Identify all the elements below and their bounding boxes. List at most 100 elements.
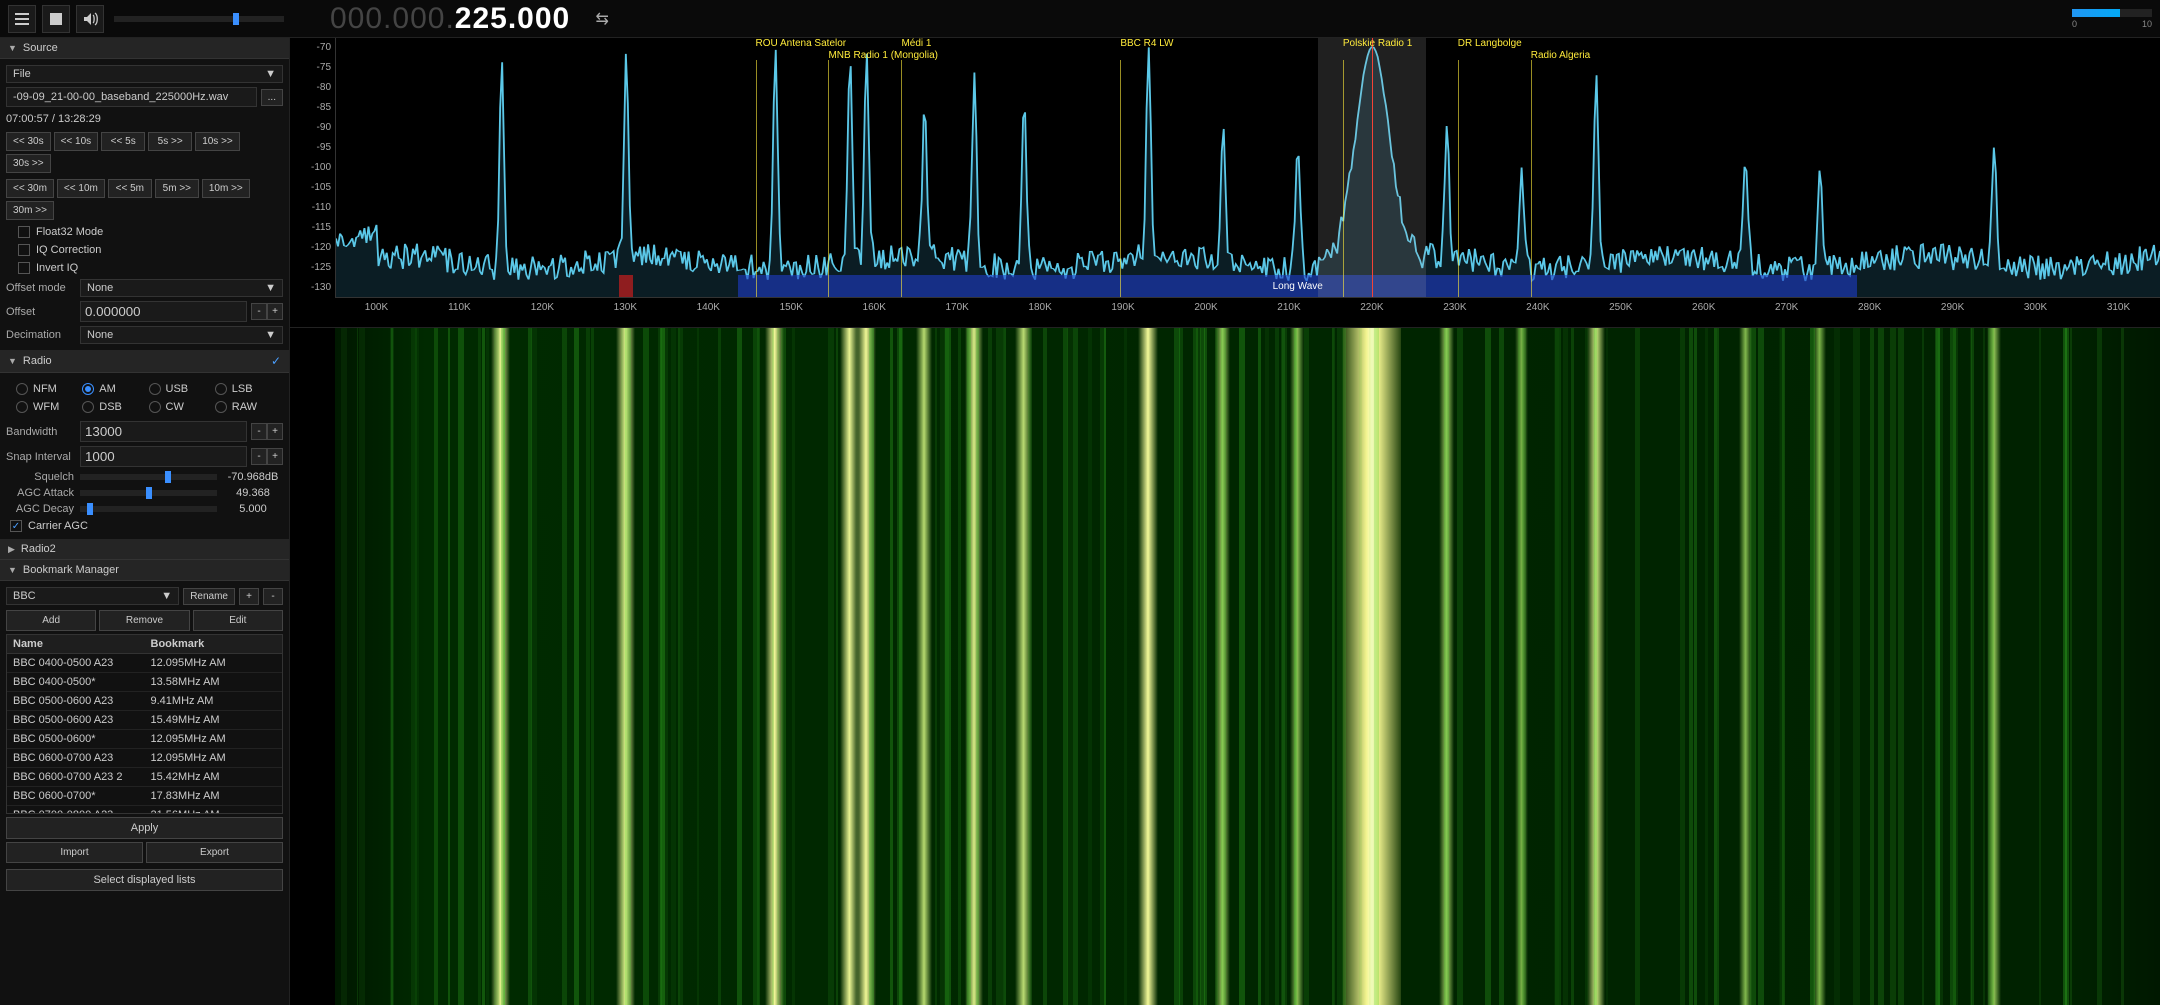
bookmark-list-select[interactable]: BBC▼ <box>6 587 179 605</box>
list-add-button[interactable]: + <box>239 588 259 605</box>
squelch-slider[interactable] <box>80 474 217 480</box>
table-row[interactable]: BBC 0600-0700 A2312.095MHz AM <box>7 749 282 768</box>
table-row[interactable]: BBC 0400-0500*13.58MHz AM <box>7 673 282 692</box>
agc-attack-value: 49.368 <box>223 487 283 499</box>
iqcorr-checkbox[interactable] <box>18 244 30 256</box>
panel-header-radio2[interactable]: ▶Radio2 <box>0 539 289 560</box>
squelch-value: -70.968dB <box>223 471 283 483</box>
squelch-label: Squelch <box>6 471 74 483</box>
seek-button[interactable]: 10m >> <box>202 179 250 198</box>
offset-input[interactable] <box>80 301 247 322</box>
agc-decay-slider[interactable] <box>80 506 217 512</box>
bookmark-remove-button[interactable]: Remove <box>99 610 189 631</box>
frequency-display[interactable]: 000.000. 225.000 <box>330 2 570 36</box>
station-marker <box>1531 60 1532 297</box>
bandwidth-input[interactable] <box>80 421 247 442</box>
bookmark-add-button[interactable]: Add <box>6 610 96 631</box>
station-label[interactable]: Radio Algeria <box>1531 50 1590 61</box>
table-row[interactable]: BBC 0400-0500 A2312.095MHz AM <box>7 654 282 673</box>
source-file-path: -09-09_21-00-00_baseband_225000Hz.wav <box>6 87 257 107</box>
offset-mode-select[interactable]: None▼ <box>80 279 283 297</box>
seek-button[interactable]: 30m >> <box>6 201 54 220</box>
playback-time: 07:00:57 / 13:28:29 <box>6 113 101 125</box>
radio-icon <box>16 401 28 413</box>
stop-button[interactable] <box>42 5 70 33</box>
radio-icon <box>215 401 227 413</box>
mode-label: NFM <box>33 383 57 395</box>
mode-label: DSB <box>99 401 122 413</box>
station-label[interactable]: ROU Antena Satelor <box>756 38 847 49</box>
agc-attack-slider[interactable] <box>80 490 217 496</box>
rename-button[interactable]: Rename <box>183 588 235 605</box>
menu-button[interactable] <box>8 5 36 33</box>
offset-inc[interactable]: + <box>267 303 283 320</box>
float32-checkbox[interactable] <box>18 226 30 238</box>
select-lists-button[interactable]: Select displayed lists <box>6 869 283 891</box>
seek-button[interactable]: 10s >> <box>195 132 240 151</box>
main-content: -70-75-80-85-90-95-100-105-110-115-120-1… <box>290 38 2160 1005</box>
seek-button[interactable]: 30s >> <box>6 154 51 173</box>
invertiq-checkbox[interactable] <box>18 262 30 274</box>
carrier-agc-checkbox[interactable] <box>10 520 22 532</box>
bw-dec[interactable]: - <box>251 423 267 440</box>
mode-dsb[interactable]: DSB <box>80 399 142 415</box>
bw-inc[interactable]: + <box>267 423 283 440</box>
table-row[interactable]: BBC 0500-0600 A2315.49MHz AM <box>7 711 282 730</box>
signal-meter-wrap: 010 <box>2072 9 2152 29</box>
mode-am[interactable]: AM <box>80 381 142 397</box>
table-row[interactable]: BBC 0600-0700 A23 215.42MHz AM <box>7 768 282 787</box>
browse-button[interactable]: ... <box>261 89 283 106</box>
seek-button[interactable]: << 10m <box>57 179 105 198</box>
offset-label: Offset <box>6 306 76 318</box>
waterfall[interactable] <box>290 328 2160 1005</box>
mode-cw[interactable]: CW <box>147 399 209 415</box>
seek-button[interactable]: 5s >> <box>148 132 192 151</box>
list-del-button[interactable]: - <box>263 588 283 605</box>
station-label[interactable]: Polskie Radio 1 <box>1343 38 1412 49</box>
spectrum-plot[interactable]: Long Wave ROU Antena SatelorMNB Radio 1 … <box>335 38 2160 297</box>
agc-decay-label: AGC Decay <box>6 503 74 515</box>
seek-button[interactable]: << 5s <box>101 132 145 151</box>
seek-button[interactable]: << 5m <box>108 179 152 198</box>
export-button[interactable]: Export <box>146 842 283 863</box>
table-row[interactable]: BBC 0500-0600 A239.41MHz AM <box>7 692 282 711</box>
radio-icon <box>82 401 94 413</box>
mode-lsb[interactable]: LSB <box>213 381 275 397</box>
decimation-select[interactable]: None▼ <box>80 326 283 344</box>
radio-icon <box>16 383 28 395</box>
panel-header-radio[interactable]: ▼Radio✓ <box>0 350 289 373</box>
panel-header-source[interactable]: ▼Source <box>0 38 289 59</box>
mode-raw[interactable]: RAW <box>213 399 275 415</box>
seek-button[interactable]: 5m >> <box>155 179 199 198</box>
offset-dec[interactable]: - <box>251 303 267 320</box>
volume-slider[interactable] <box>114 16 284 22</box>
tuned-frequency-line[interactable] <box>1372 38 1373 297</box>
snap-input[interactable] <box>80 446 247 467</box>
panel-header-bookmarks[interactable]: ▼Bookmark Manager <box>0 560 289 581</box>
import-button[interactable]: Import <box>6 842 143 863</box>
station-label[interactable]: Médi 1 <box>901 38 931 49</box>
mode-wfm[interactable]: WFM <box>14 399 76 415</box>
bookmark-edit-button[interactable]: Edit <box>193 610 283 631</box>
table-row[interactable]: BBC 0500-0600*12.095MHz AM <box>7 730 282 749</box>
mode-nfm[interactable]: NFM <box>14 381 76 397</box>
source-type-select[interactable]: File▼ <box>6 65 283 83</box>
table-row[interactable]: BBC 0700-0800 A2321.56MHz AM <box>7 806 282 814</box>
radio-icon <box>215 383 227 395</box>
snap-dec[interactable]: - <box>251 448 267 465</box>
table-row[interactable]: BBC 0600-0700*17.83MHz AM <box>7 787 282 806</box>
snap-inc[interactable]: + <box>267 448 283 465</box>
marker-block <box>619 275 633 297</box>
fft-spectrum[interactable]: -70-75-80-85-90-95-100-105-110-115-120-1… <box>290 38 2160 328</box>
swap-button[interactable]: ⇆ <box>590 7 614 31</box>
station-label[interactable]: DR Langbolge <box>1458 38 1522 49</box>
station-label[interactable]: MNB Radio 1 (Mongolia) <box>828 50 938 61</box>
volume-button[interactable] <box>76 5 104 33</box>
waterfall-signal <box>916 328 932 1005</box>
seek-button[interactable]: << 30m <box>6 179 54 198</box>
mode-usb[interactable]: USB <box>147 381 209 397</box>
station-label[interactable]: BBC R4 LW <box>1120 38 1173 49</box>
seek-button[interactable]: << 30s <box>6 132 51 151</box>
seek-button[interactable]: << 10s <box>54 132 99 151</box>
apply-button[interactable]: Apply <box>6 817 283 839</box>
